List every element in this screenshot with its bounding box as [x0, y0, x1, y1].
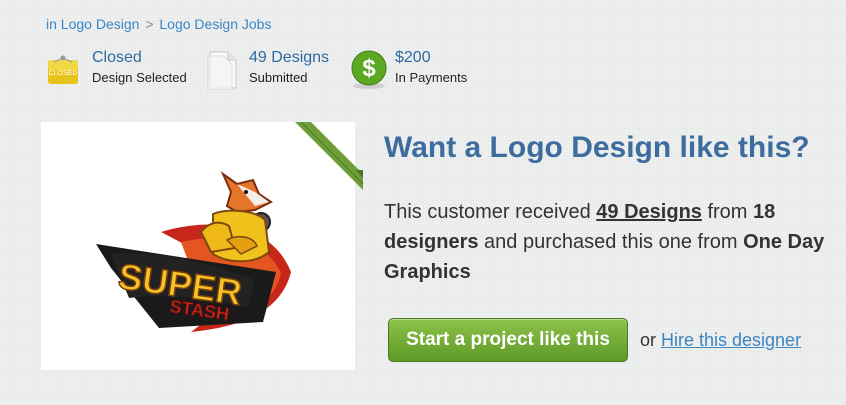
- breadcrumb-prefix: in: [46, 16, 57, 32]
- description-text-2: from: [701, 201, 754, 223]
- stat-closed: CLOSED Closed Design Selected: [44, 46, 204, 92]
- stat-designs: 49 Designs Submitted: [202, 46, 342, 92]
- super-stash-logo: SUPER STASH: [96, 171, 291, 332]
- stat-payments-title: $200: [395, 49, 431, 66]
- stat-closed-subtitle: Design Selected: [92, 70, 187, 85]
- stat-closed-title: Closed: [92, 49, 142, 66]
- breadcrumb-category: Logo Design: [60, 16, 140, 32]
- stat-payments-subtitle: In Payments: [395, 70, 468, 85]
- breadcrumb-separator: >: [145, 16, 154, 32]
- closed-badge-icon: CLOSED: [48, 55, 78, 84]
- hire-designer-link[interactable]: Hire this designer: [661, 330, 801, 351]
- breadcrumb-page-link[interactable]: Logo Design Jobs: [159, 16, 271, 32]
- page-headline: Want a Logo Design like this?: [384, 131, 810, 164]
- start-project-button[interactable]: Start a project like this: [388, 318, 628, 362]
- stat-designs-subtitle: Submitted: [249, 70, 308, 85]
- svg-text:$: $: [362, 55, 376, 82]
- winning-design-image[interactable]: SUPER STASH Winner: [41, 122, 364, 370]
- purchase-description: This customer received 49 Designs from 1…: [384, 197, 834, 287]
- description-text-1: This customer received: [384, 201, 597, 223]
- or-text: or: [640, 330, 657, 350]
- description-text-3: and purchased this one from: [478, 231, 744, 253]
- closed-badge-text: CLOSED: [49, 70, 78, 77]
- document-icon: [207, 51, 237, 90]
- stat-designs-title: 49 Designs: [249, 49, 330, 66]
- designs-count-link[interactable]: 49 Designs: [596, 201, 702, 223]
- stat-payments: $ $200 In Payments: [346, 46, 476, 92]
- breadcrumb: in Logo Design > Logo Design Jobs: [46, 16, 271, 32]
- breadcrumb-category-link[interactable]: in Logo Design: [46, 16, 139, 32]
- dollar-icon: $: [351, 50, 387, 89]
